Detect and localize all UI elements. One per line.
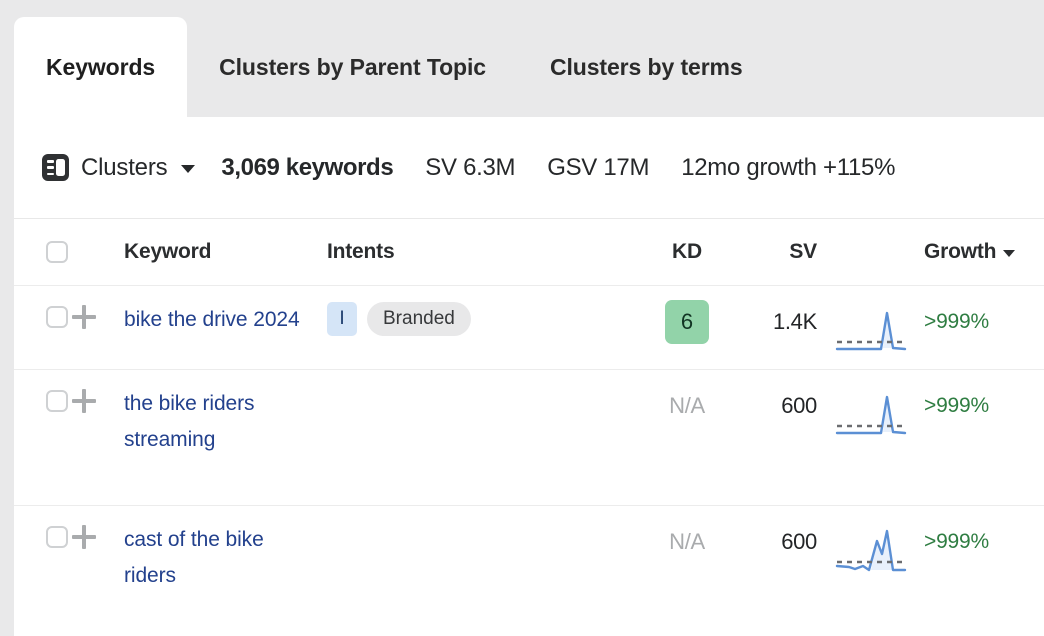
total-search-volume: SV 6.3M: [425, 153, 516, 181]
select-all-checkbox[interactable]: [46, 241, 68, 263]
add-keyword-icon[interactable]: [72, 525, 96, 549]
select-all-cell: [14, 241, 72, 263]
search-volume-sparkline: [835, 529, 906, 572]
growth-value: >999%: [924, 394, 989, 417]
add-keyword-icon[interactable]: [72, 389, 96, 413]
column-header-kd[interactable]: KD: [672, 240, 702, 264]
keyword-link[interactable]: bike the drive 2024: [124, 302, 327, 338]
left-gutter: [0, 117, 14, 636]
clusters-dropdown-button[interactable]: Clusters: [42, 153, 196, 182]
growth-value: >999%: [924, 310, 989, 333]
intent-badge-branded[interactable]: Branded: [367, 302, 471, 336]
table-row: bike the drive 2024 I Branded 6 1.4K >99…: [14, 286, 1044, 370]
table-row: cast of the bike riders N/A 600 >999%: [14, 506, 1044, 606]
chevron-down-icon: [181, 165, 196, 173]
add-keyword-icon[interactable]: [72, 305, 96, 329]
table-header-row: Keyword Intents KD SV Growth: [14, 219, 1044, 286]
search-volume-value: 600: [781, 393, 817, 418]
tab-clusters-by-parent-topic[interactable]: Clusters by Parent Topic: [187, 17, 518, 117]
row-checkbox[interactable]: [46, 390, 68, 412]
column-header-growth[interactable]: Growth: [924, 240, 1016, 264]
results-toolbar: Clusters 3,069 keywords SV 6.3M GSV 17M …: [14, 117, 1044, 219]
column-header-intents[interactable]: Intents: [327, 240, 395, 264]
keyword-link[interactable]: cast of the bike riders: [124, 522, 274, 594]
kd-value: N/A: [669, 393, 705, 418]
row-checkbox[interactable]: [46, 526, 68, 548]
panel-layout-icon: [42, 154, 69, 181]
tab-keywords[interactable]: Keywords: [14, 17, 188, 117]
search-volume-sparkline: [835, 395, 906, 435]
tab-list: Keywords Clusters by Parent Topic Cluste…: [14, 17, 775, 117]
intent-badge-informational[interactable]: I: [327, 302, 357, 336]
growth-value: >999%: [924, 530, 989, 553]
column-header-keyword[interactable]: Keyword: [124, 240, 211, 263]
column-header-sv[interactable]: SV: [789, 240, 817, 264]
column-header-growth-label: Growth: [924, 240, 997, 263]
search-volume-value: 600: [781, 529, 817, 554]
keyword-link[interactable]: the bike riders streaming: [124, 386, 274, 458]
clusters-dropdown-label: Clusters: [81, 153, 168, 181]
intents-cell: I Branded: [327, 302, 645, 336]
total-global-search-volume: GSV 17M: [547, 153, 650, 181]
twelve-month-growth: 12mo growth +115%: [681, 153, 896, 181]
tab-clusters-by-terms[interactable]: Clusters by terms: [518, 17, 775, 117]
table-row: the bike riders streaming N/A 600 >999%: [14, 370, 1044, 506]
search-volume-sparkline: [835, 311, 906, 351]
tab-strip: Keywords Clusters by Parent Topic Cluste…: [0, 0, 1044, 117]
content-card: Clusters 3,069 keywords SV 6.3M GSV 17M …: [14, 117, 1044, 636]
kd-value: N/A: [669, 529, 705, 554]
keywords-count: 3,069 keywords: [221, 153, 394, 181]
keywords-table: Keyword Intents KD SV Growth bike the dr…: [14, 219, 1044, 606]
chevron-down-icon: [1003, 249, 1016, 257]
search-volume-value: 1.4K: [772, 309, 817, 334]
row-checkbox[interactable]: [46, 306, 68, 328]
kd-badge: 6: [665, 300, 709, 344]
keywords-explorer-panel: Keywords Clusters by Parent Topic Cluste…: [0, 0, 1044, 636]
